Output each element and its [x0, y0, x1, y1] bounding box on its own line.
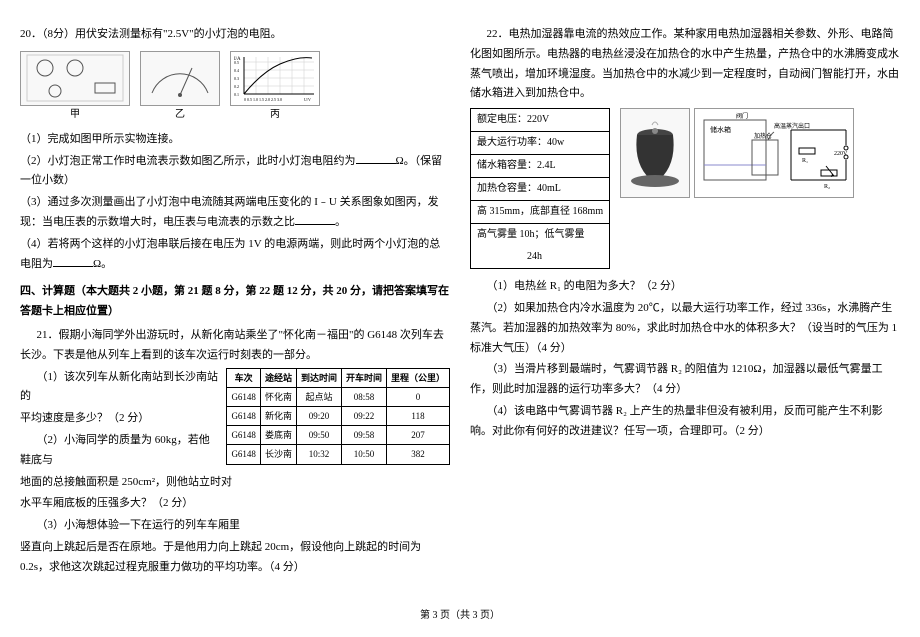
svg-text:R₁: R₁	[802, 158, 808, 164]
blank-field[interactable]	[53, 256, 93, 267]
blank-field[interactable]	[356, 153, 396, 164]
figure-yi: 乙	[140, 51, 220, 124]
q21-s2c: 水平车厢底板的压强多大？（2 分）	[20, 494, 450, 514]
blank-field[interactable]	[295, 214, 335, 225]
fig-label-jia: 甲	[20, 106, 130, 124]
fig-label-yi: 乙	[140, 106, 220, 124]
left-column: 20．（8分）用伏安法测量标有"2.5V"的小灯泡的电阻。 甲 乙	[20, 25, 450, 580]
page-footer: 第 3 页（共 3 页）	[0, 607, 920, 625]
svg-text:220V: 220V	[834, 151, 848, 157]
q20-title: 20．（8分）用伏安法测量标有"2.5V"的小灯泡的电阻。	[20, 25, 450, 45]
table-row: G6148怀化南起点站08:580	[227, 387, 450, 406]
q21-s2b: 地面的总接触面积是 250cm²，则他站立时对	[20, 473, 450, 493]
q20-s3-text: （3）通过多次测量画出了小灯泡中电流随其两端电压变化的 I﹣U 关系图象如图丙，…	[20, 196, 439, 228]
svg-text:U/V: U/V	[304, 97, 311, 102]
section4-title: 四、计算题（本大题共 2 小题，第 21 题 8 分，第 22 题 12 分，共…	[20, 282, 450, 322]
svg-text:阀门: 阀门	[736, 112, 748, 120]
table-row: G6148新化南09:2009:22118	[227, 406, 450, 425]
th-station: 途经站	[260, 368, 296, 387]
svg-text:0.2: 0.2	[234, 84, 239, 89]
th-arrive: 到达时间	[296, 368, 341, 387]
q20-s4-tail: Ω。	[93, 258, 112, 270]
q21-intro: 21．假期小海同学外出游玩时，从新化南站乘坐了"怀化南－福田"的 G6148 次…	[20, 326, 450, 366]
table-row: 最大运行功率：40w	[471, 132, 610, 155]
fig-label-bing: 丙	[230, 106, 320, 124]
svg-text:储水箱: 储水箱	[710, 125, 731, 134]
svg-text:0.5: 0.5	[234, 60, 239, 65]
q22-s1: （1）电热丝 R₁ 的电阻为多大？（2 分）	[470, 277, 900, 297]
th-train: 车次	[227, 368, 261, 387]
spec-mist1: 高气雾量 10h；低气雾量	[471, 224, 610, 247]
q22-figure-row: 额定电压：220V 最大运行功率：40w 储水箱容量：2.4L 加热仓容量：40…	[470, 108, 900, 269]
svg-text:高温蒸汽出口: 高温蒸汽出口	[774, 122, 810, 130]
svg-text:0.3: 0.3	[234, 76, 239, 81]
spec-voltage: 额定电压：220V	[471, 109, 610, 132]
table-row: 加热仓容量：40mL	[471, 178, 610, 201]
svg-text:0.4: 0.4	[234, 68, 239, 73]
table-row: 额定电压：220V	[471, 109, 610, 132]
q22-s2: （2）如果加热仓内冷水温度为 20℃，以最大运行功率工作，经过 336s，水沸腾…	[470, 299, 900, 358]
spec-table: 额定电压：220V 最大运行功率：40w 储水箱容量：2.4L 加热仓容量：40…	[470, 108, 610, 269]
q22-intro: 22．电热加湿器靠电流的热效应工作。某种家用电热加湿器相关参数、外形、电路简化图…	[470, 25, 900, 104]
right-column: 22．电热加湿器靠电流的热效应工作。某种家用电热加湿器相关参数、外形、电路简化图…	[470, 25, 900, 580]
spec-tank: 储水箱容量：2.4L	[471, 155, 610, 178]
q20-s3-tail: 。	[335, 216, 346, 228]
table-row: 高气雾量 10h；低气雾量	[471, 224, 610, 247]
table-row: 24h	[471, 246, 610, 269]
table-row: G6148长沙南10:3210:50382	[227, 445, 450, 464]
q22-s4: （4）该电路中气雾调节器 R₂ 上产生的热量非但没有被利用，反而可能产生不利影响…	[470, 402, 900, 442]
table-row: 储水箱容量：2.4L	[471, 155, 610, 178]
spec-size: 高 315mm，底部直径 168mm	[471, 201, 610, 224]
circuit-diagram: 储水箱 阀门 加热仓 高温蒸汽出口 220V R₁	[694, 108, 854, 198]
th-depart: 开车时间	[341, 368, 386, 387]
figure-jia: 甲	[20, 51, 130, 124]
figure-bing: I/A 0.50.40.30.20.1 0 0.5 1.0 1.5 2.0 2.…	[230, 51, 320, 124]
svg-text:0 0.5 1.0 1.5 2.0 2.5 3.0: 0 0.5 1.0 1.5 2.0 2.5 3.0	[244, 97, 282, 102]
svg-text:0.1: 0.1	[234, 92, 239, 97]
q20-s4: （4）若将两个这样的小灯泡串联后接在电压为 1V 的电源两端，则此时两个小灯泡的…	[20, 235, 450, 275]
svg-text:R₂: R₂	[824, 184, 830, 190]
q20-s2: （2）小灯泡正常工作时电流表示数如图乙所示，此时小灯泡电阻约为Ω。（保留一位小数…	[20, 152, 450, 192]
th-dist: 里程（公里）	[386, 368, 449, 387]
spec-power: 最大运行功率：40w	[471, 132, 610, 155]
q21-s3b: 竖直向上跳起后是否在原地。于是他用力向上跳起 20cm，假设他向上跳起的时间为 …	[20, 538, 450, 578]
q20-figures: 甲 乙 I/A 0	[20, 51, 450, 124]
q22-s3: （3）当滑片移到最端时，气雾调节器 R₂ 的阻值为 1210Ω，加湿器以最低气雾…	[470, 360, 900, 400]
spec-mist2: 24h	[471, 246, 610, 269]
train-timetable: 车次 途经站 到达时间 开车时间 里程（公里） G6148怀化南起点站08:58…	[226, 368, 450, 465]
q20-s2-text: （2）小灯泡正常工作时电流表示数如图乙所示，此时小灯泡电阻约为	[20, 155, 356, 167]
q20-s3: （3）通过多次测量画出了小灯泡中电流随其两端电压变化的 I﹣U 关系图象如图丙，…	[20, 193, 450, 233]
q21-s3a: （3）小海想体验一下在运行的列车车厢里	[20, 516, 450, 536]
table-row: 高 315mm，底部直径 168mm	[471, 201, 610, 224]
table-header-row: 车次 途经站 到达时间 开车时间 里程（公里）	[227, 368, 450, 387]
table-row: G6148娄底南09:5009:58207	[227, 426, 450, 445]
q20-s1: （1）完成如图甲所示实物连接。	[20, 130, 450, 150]
humidifier-image	[620, 108, 690, 198]
svg-text:加热仓: 加热仓	[754, 132, 772, 140]
spec-chamber: 加热仓容量：40mL	[471, 178, 610, 201]
